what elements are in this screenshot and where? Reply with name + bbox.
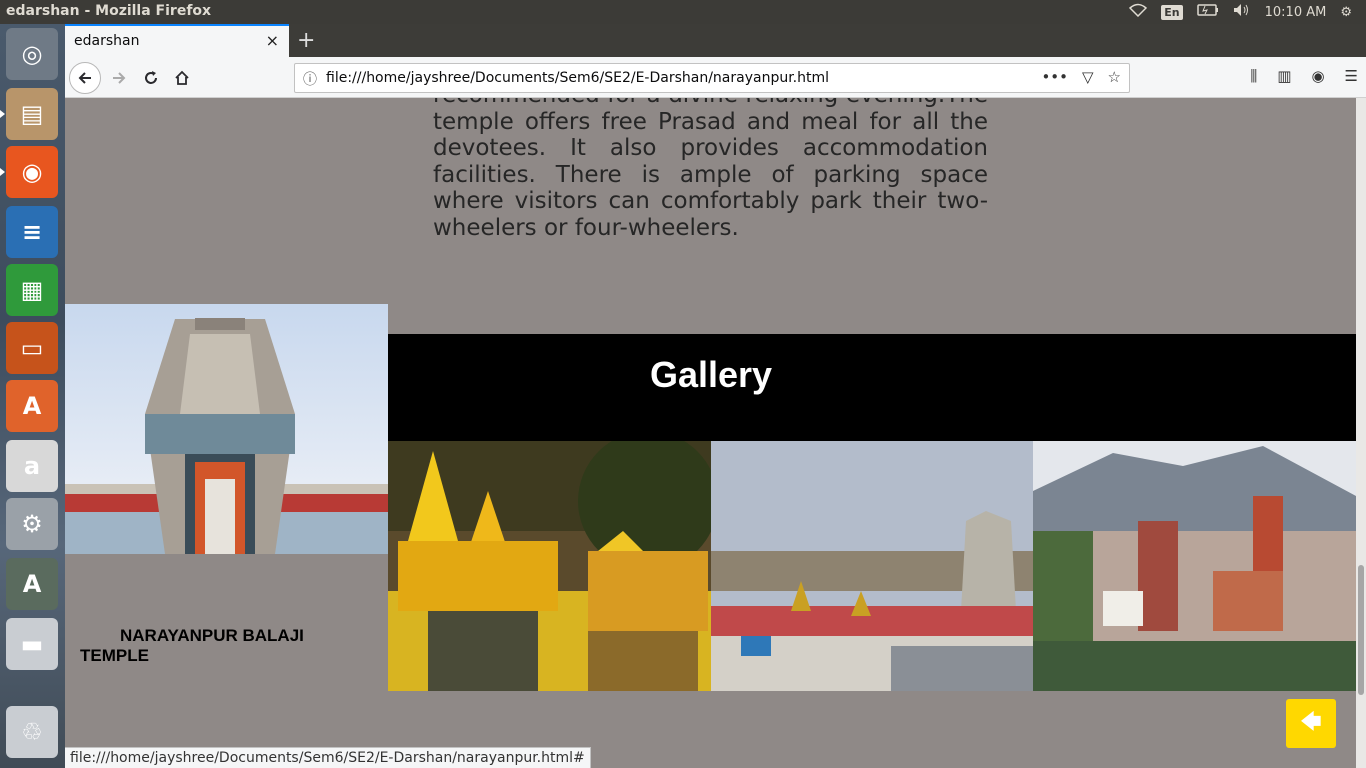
drive-icon[interactable]: ▬ — [6, 618, 58, 670]
window-title: edarshan - Mozilla Firefox — [6, 3, 212, 19]
scrollbar-thumb[interactable] — [1358, 565, 1364, 695]
menu-icon[interactable]: ☰ — [1345, 67, 1358, 85]
firefox-icon[interactable]: ◉ — [0, 146, 58, 198]
battery-icon[interactable] — [1196, 4, 1219, 20]
wifi-icon[interactable] — [1129, 3, 1148, 21]
impress-icon[interactable]: ▭ — [6, 322, 58, 374]
narayanpur-temple-image — [65, 304, 388, 554]
back-to-top-button[interactable]: 🡄 — [1286, 699, 1336, 748]
reload-button[interactable] — [135, 62, 167, 94]
account-icon[interactable]: ◉ — [1311, 67, 1324, 85]
home-icon — [175, 70, 189, 85]
library-icon[interactable]: ⫼ — [1250, 67, 1257, 85]
url-bar[interactable]: ⓘ file:///home/jayshree/Documents/Sem6/S… — [294, 63, 1130, 93]
software-updater-icon[interactable]: A — [6, 558, 58, 610]
info-icon[interactable]: ⓘ — [303, 69, 317, 89]
clock[interactable]: 10:10 AM — [1265, 5, 1327, 20]
temple-caption: NARAYANPUR BALAJI TEMPLE — [80, 626, 304, 665]
gallery-image-3[interactable] — [1033, 441, 1356, 691]
page-content: recommended for a divine relaxing evenin… — [65, 98, 1356, 768]
keyboard-layout-indicator[interactable]: En — [1161, 4, 1183, 20]
volume-icon[interactable] — [1233, 3, 1251, 21]
arrow-left-icon — [78, 72, 91, 84]
reload-icon — [145, 71, 157, 84]
files-icon[interactable]: ▤ — [0, 88, 58, 140]
page-actions-icon[interactable]: ••• — [1041, 68, 1068, 86]
close-icon[interactable]: × — [266, 31, 279, 50]
temple-description: recommended for a divine relaxing evenin… — [433, 98, 988, 241]
system-settings-icon[interactable]: ⚙ — [6, 498, 58, 550]
arrow-left-icon: 🡄 — [1300, 708, 1322, 733]
arrow-right-icon — [113, 72, 126, 84]
gear-icon[interactable]: ⚙ — [1340, 5, 1352, 20]
amazon-icon[interactable]: a — [6, 440, 58, 492]
pocket-icon[interactable]: ▽ — [1082, 68, 1094, 86]
tab-title: edarshan — [74, 33, 140, 49]
system-top-bar: edarshan - Mozilla Firefox En 10:10 AM ⚙ — [0, 0, 1366, 24]
software-center-icon[interactable]: A — [6, 380, 58, 432]
status-bar: file:///home/jayshree/Documents/Sem6/SE2… — [65, 747, 591, 768]
system-tray: En 10:10 AM ⚙ — [1129, 0, 1366, 24]
calc-icon[interactable]: ▦ — [6, 264, 58, 316]
gallery-image-1[interactable] — [388, 441, 711, 691]
navigation-toolbar: ⓘ file:///home/jayshree/Documents/Sem6/S… — [65, 57, 1366, 98]
gallery-image-2[interactable] — [711, 441, 1033, 691]
url-text[interactable]: file:///home/jayshree/Documents/Sem6/SE2… — [326, 70, 829, 86]
home-button[interactable] — [166, 62, 198, 94]
bookmark-star-icon[interactable]: ☆ — [1108, 68, 1121, 86]
new-tab-button[interactable]: + — [297, 28, 315, 53]
tab-edarshan[interactable]: edarshan × — [65, 24, 289, 57]
trash-icon[interactable]: ♲ — [6, 706, 58, 758]
ubuntu-dash-icon[interactable]: ◎ — [6, 28, 58, 80]
launcher: ◎ ▤ ◉ ≡ ▦ ▭ Aa ⚙ A ▬ ♲ — [0, 24, 65, 768]
forward-button[interactable] — [103, 62, 135, 94]
sidebar-icon[interactable]: ▥ — [1277, 67, 1291, 85]
gallery-header: Gallery — [388, 334, 1356, 441]
writer-icon[interactable]: ≡ — [6, 206, 58, 258]
back-button[interactable] — [69, 62, 101, 94]
tab-strip: edarshan × + — [65, 24, 1366, 57]
gallery-title: Gallery — [650, 354, 773, 395]
